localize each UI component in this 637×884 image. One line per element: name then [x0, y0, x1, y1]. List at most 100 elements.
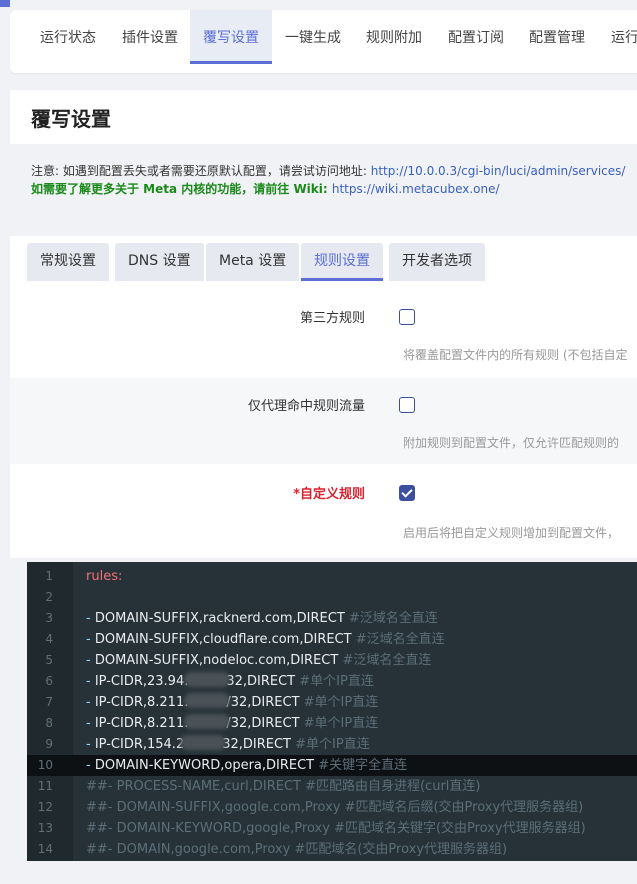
third-party-rules-desc: 将覆盖配置文件内的所有规则 (不包括自定: [403, 348, 628, 362]
nav-tab-rule-append[interactable]: 规则附加: [366, 10, 422, 64]
line-number: 3: [45, 611, 53, 625]
code-text: ##- DOMAIN-KEYWORD,google,Proxy #匹配域名关键字…: [86, 818, 586, 839]
custom-rules-checkbox[interactable]: [399, 485, 415, 501]
code-line[interactable]: 14 ##- DOMAIN,google.com,Proxy #匹配域名(交由Pr…: [27, 839, 637, 860]
page-header: 覆写设置: [10, 90, 637, 144]
code-line[interactable]: 12 ##- DOMAIN-SUFFIX,google.com,Proxy #匹配…: [27, 797, 637, 818]
code-rule: DOMAIN-SUFFIX,nodeloc.com,DIRECT: [94, 653, 343, 668]
code-dash: -: [86, 716, 95, 731]
line-number: 12: [37, 800, 53, 814]
third-party-rules-checkbox[interactable]: [399, 309, 415, 325]
top-accent-strip: [0, 0, 10, 7]
proxy-matched-only-label: 仅代理命中规则流量: [247, 399, 365, 414]
code-comment: #单个IP直连: [295, 737, 370, 752]
code-text: ##- PROCESS-NAME,curl,DIRECT #匹配路由自身进程(c…: [86, 776, 480, 797]
line-number: 4: [45, 632, 53, 646]
restore-notice: 注意: 如遇到配置丢失或者需要还原默认配置，请尝试访问地址: http://10…: [31, 162, 637, 180]
redacted-blur: [184, 714, 231, 729]
nav-tab-running[interactable]: 运行: [611, 10, 637, 64]
code-line[interactable]: 6 - IP-CIDR,23.94. 32,DIRECT #单个IP直连: [27, 671, 637, 692]
proxy-matched-only-desc: 附加规则到配置文件，仅允许匹配规则的: [403, 436, 620, 450]
nav-tab-override-settings[interactable]: 覆写设置: [190, 10, 272, 64]
redacted-blur: [184, 693, 231, 708]
code-comment: ##- PROCESS-NAME,curl,DIRECT #匹配路由自身进程(c…: [86, 779, 481, 794]
code-dash: -: [86, 758, 95, 773]
code-text: - IP-CIDR,23.94. 32,DIRECT #单个IP直连: [86, 671, 374, 692]
code-comment: #单个IP直连: [303, 716, 379, 731]
custom-rules-code-editor[interactable]: 1 rules: 2 3 - DOMAIN-SUFFIX,racknerd.com,DI…: [27, 562, 637, 861]
code-rule-suffix: 32,DIRECT: [226, 674, 300, 689]
line-number: 7: [45, 695, 53, 709]
code-text: - IP-CIDR,8.211. /32,DIRECT #单个IP直连: [86, 713, 378, 734]
nav-tab-status[interactable]: 运行状态: [40, 10, 96, 64]
code-line[interactable]: 1 rules:: [27, 566, 637, 587]
code-text: - IP-CIDR,8.211. /32,DIRECT #单个IP直连: [86, 692, 378, 713]
code-key: rules:: [86, 569, 123, 584]
third-party-rules-label: 第三方规则: [299, 311, 365, 326]
code-line[interactable]: 4 - DOMAIN-SUFFIX,cloudflare.com,DIRECT #…: [27, 629, 637, 650]
subtab-meta[interactable]: Meta 设置: [206, 243, 300, 281]
custom-rules-desc: 启用后将把自定义规则增加到配置文件，: [403, 526, 620, 540]
code-rule: DOMAIN-SUFFIX,cloudflare.com,DIRECT: [94, 632, 356, 647]
code-dash: -: [86, 632, 95, 647]
rule-settings-form: 第三方规则 将覆盖配置文件内的所有规则 (不包括自定 仅代理命中规则流量 附加规…: [10, 282, 637, 558]
code-comment: ##- DOMAIN-KEYWORD,google,Proxy #匹配域名关键字…: [86, 821, 586, 836]
code-comment: #单个IP直连: [303, 695, 379, 710]
top-navigation: 运行状态 插件设置 覆写设置 一键生成 规则附加 配置订阅 配置管理 运行: [10, 10, 637, 73]
restore-notice-text: 注意: 如遇到配置丢失或者需要还原默认配置，请尝试访问地址:: [31, 164, 371, 178]
code-rule: IP-CIDR,23.94.: [94, 674, 189, 689]
code-line[interactable]: 2: [27, 587, 637, 608]
code-comment: #单个IP直连: [299, 674, 374, 689]
line-number: 5: [45, 653, 53, 667]
code-text: - DOMAIN-SUFFIX,racknerd.com,DIRECT #泛域名…: [86, 608, 438, 629]
code-rule-suffix: /32,DIRECT: [226, 695, 304, 710]
nav-tab-plugin-settings[interactable]: 插件设置: [122, 10, 178, 64]
settings-subtabs: 常规设置 DNS 设置 Meta 设置 规则设置 开发者选项: [10, 236, 637, 282]
wiki-notice: 如需要了解更多关于 Meta 内核的功能，请前往 Wiki: https://w…: [31, 180, 637, 198]
line-number: 6: [45, 674, 53, 688]
subtab-dns[interactable]: DNS 设置: [115, 243, 204, 281]
wiki-notice-text: 如需要了解更多关于 Meta 内核的功能，请前往 Wiki:: [31, 182, 332, 196]
line-number: 2: [45, 590, 53, 604]
code-comment: ##- DOMAIN,google.com,Proxy #匹配域名(交由Prox…: [86, 842, 508, 857]
proxy-matched-only-row: 仅代理命中规则流量 附加规则到配置文件，仅允许匹配规则的: [10, 378, 637, 464]
code-text: - DOMAIN-KEYWORD,opera,DIRECT #关键字全直连: [86, 755, 407, 776]
line-number: 10: [37, 758, 53, 772]
code-line[interactable]: 10 - DOMAIN-KEYWORD,opera,DIRECT #关键字全直连: [27, 755, 637, 776]
code-line[interactable]: 13 ##- DOMAIN-KEYWORD,google,Proxy #匹配域名关…: [27, 818, 637, 839]
code-rule: IP-CIDR,8.211.: [94, 716, 189, 731]
code-line[interactable]: 7 - IP-CIDR,8.211. /32,DIRECT #单个IP直连: [27, 692, 637, 713]
page-title: 覆写设置: [31, 107, 111, 131]
code-text: - IP-CIDR,154.2 32,DIRECT #单个IP直连: [86, 734, 370, 755]
notice-block: 注意: 如遇到配置丢失或者需要还原默认配置，请尝试访问地址: http://10…: [31, 162, 637, 198]
subtab-general[interactable]: 常规设置: [27, 243, 109, 281]
code-text: ##- DOMAIN-SUFFIX,google.com,Proxy #匹配域名…: [86, 797, 583, 818]
code-line[interactable]: 11 ##- PROCESS-NAME,curl,DIRECT #匹配路由自身进程…: [27, 776, 637, 797]
code-line[interactable]: 3 - DOMAIN-SUFFIX,racknerd.com,DIRECT #泛域…: [27, 608, 637, 629]
line-number: 8: [45, 716, 53, 730]
subtab-developer[interactable]: 开发者选项: [389, 243, 485, 281]
code-comment: #泛域名全直连: [355, 632, 445, 647]
line-number: 11: [37, 779, 53, 793]
restore-link[interactable]: http://10.0.0.3/cgi-bin/luci/admin/servi…: [371, 164, 626, 178]
custom-rules-row: *自定义规则 启用后将把自定义规则增加到配置文件，: [10, 464, 637, 558]
code-comment: #泛域名全直连: [342, 653, 432, 668]
nav-tab-config-subscribe[interactable]: 配置订阅: [448, 10, 504, 64]
code-dash: -: [86, 653, 95, 668]
code-line[interactable]: 9 - IP-CIDR,154.2 32,DIRECT #单个IP直连: [27, 734, 637, 755]
nav-tab-one-click-generate[interactable]: 一键生成: [285, 10, 341, 64]
nav-tab-config-manage[interactable]: 配置管理: [529, 10, 585, 64]
custom-rules-label: *自定义规则: [293, 487, 365, 502]
code-comment: ##- DOMAIN-SUFFIX,google.com,Proxy #匹配域名…: [86, 800, 584, 815]
subtab-rules[interactable]: 规则设置: [301, 243, 383, 281]
line-number: 14: [37, 842, 53, 856]
code-text: - DOMAIN-SUFFIX,nodeloc.com,DIRECT #泛域名全…: [86, 650, 431, 671]
proxy-matched-only-checkbox[interactable]: [399, 397, 415, 413]
third-party-rules-row: 第三方规则 将覆盖配置文件内的所有规则 (不包括自定: [10, 282, 637, 378]
line-number: 1: [45, 569, 53, 583]
code-rule-suffix: /32,DIRECT: [226, 716, 304, 731]
code-dash: -: [86, 737, 95, 752]
wiki-link[interactable]: https://wiki.metacubex.one/: [332, 182, 500, 196]
code-line[interactable]: 8 - IP-CIDR,8.211. /32,DIRECT #单个IP直连: [27, 713, 637, 734]
code-line[interactable]: 5 - DOMAIN-SUFFIX,nodeloc.com,DIRECT #泛域名…: [27, 650, 637, 671]
